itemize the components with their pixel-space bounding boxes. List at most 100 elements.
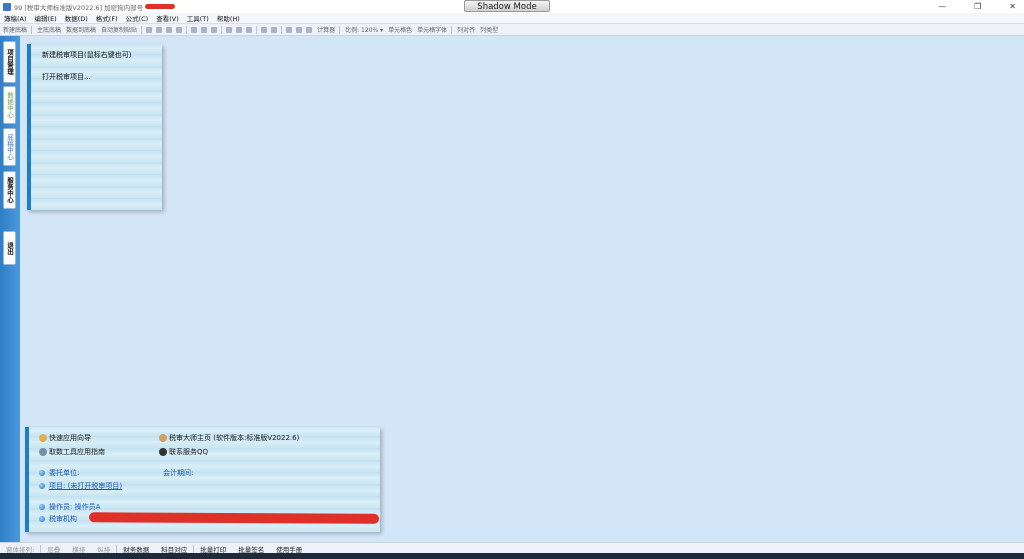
toolbar-new-draft[interactable]: 新建底稿 — [3, 25, 27, 34]
redaction-mark — [145, 4, 176, 9]
contact-qq-link[interactable]: 联系服务QQ — [159, 447, 208, 457]
left-sidebar: 项目管理 数据中心 底稿中心 服务中心 退出 — [0, 36, 20, 542]
tile-horizontal-button[interactable]: 横排 — [72, 544, 85, 554]
menu-bar: 簿稿(A) 编辑(E) 数据(D) 格式(F) 公式(C) 查看(V) 工具(T… — [0, 13, 1024, 24]
toolbar-zoom[interactable]: 比例: 120% ▾ — [345, 25, 383, 34]
tab-label: 底稿中心 — [5, 134, 14, 160]
tab-label: 项目管理 — [5, 49, 14, 75]
toolbar-separator — [339, 25, 341, 34]
project-label: 项目: (未打开税审项目) — [49, 482, 123, 490]
bullet-icon — [39, 504, 45, 510]
menu-item-draft[interactable]: 簿稿(A) — [4, 13, 27, 23]
data-tool-guide-link[interactable]: 取数工具应用指南 — [39, 447, 105, 457]
align-icon[interactable] — [261, 26, 268, 33]
toolbar-separator — [221, 25, 223, 34]
menu-item-view[interactable]: 查看(V) — [156, 13, 179, 23]
toolbar-separator — [256, 25, 258, 34]
redo-icon[interactable] — [201, 26, 208, 33]
home-icon — [159, 434, 167, 442]
multiply-icon[interactable] — [286, 26, 293, 33]
client-label: 委托单位: — [49, 469, 80, 477]
operator-label: 操作员: 操作员A — [49, 503, 101, 511]
bullet-icon — [39, 516, 45, 522]
merge-icon[interactable] — [271, 26, 278, 33]
tile-vertical-button[interactable]: 纵排 — [97, 544, 110, 554]
tab-data-center[interactable]: 数据中心 — [3, 86, 16, 124]
menu-item-formula[interactable]: 公式(C) — [126, 13, 149, 23]
menu-item-format[interactable]: 格式(F) — [96, 13, 118, 23]
menu-item-tools[interactable]: 工具(T) — [187, 13, 209, 23]
tab-draft-center[interactable]: 底稿中心 — [3, 128, 16, 166]
tab-service-center[interactable]: 服务中心 — [3, 171, 16, 209]
period-row: 会计期间: — [163, 468, 193, 478]
redaction-mark — [88, 512, 380, 524]
menu-item-data[interactable]: 数据(D) — [65, 13, 88, 23]
tab-label: 退出 — [5, 241, 14, 255]
window-title: 99 [税审大师标准版V2022.6] 加密狗内部号 — [14, 3, 144, 12]
batch-sign-button[interactable]: 批量签名 — [238, 544, 264, 554]
plus-icon[interactable] — [296, 26, 303, 33]
period-label: 会计期间: — [163, 469, 194, 477]
cut-icon[interactable] — [166, 26, 173, 33]
os-taskbar — [0, 553, 1024, 559]
format-icon[interactable] — [176, 26, 183, 33]
toolbar-data-to-draft[interactable]: 数据到底稿 — [66, 25, 96, 34]
status-separator — [193, 544, 195, 553]
qq-penguin-icon — [159, 448, 167, 456]
paste-icon[interactable] — [156, 26, 163, 33]
menu-item-edit[interactable]: 编辑(E) — [35, 13, 57, 23]
close-icon[interactable]: ✕ — [1009, 2, 1016, 11]
toolbar-column-type[interactable]: 列类型 — [480, 25, 498, 34]
account-mapping-button[interactable]: 科目对应 — [161, 544, 187, 554]
shadow-mode-button[interactable]: Shadow Mode — [464, 0, 550, 12]
status-separator — [40, 544, 42, 553]
home-page-label: 税审大师主页 (软件版本:标准版V2022.6) — [169, 434, 300, 442]
undo-icon[interactable] — [191, 26, 198, 33]
toolbar-separator — [281, 25, 283, 34]
project-row[interactable]: 项目: (未打开税审项目) — [39, 481, 122, 491]
insert-column-icon[interactable] — [246, 26, 253, 33]
minimize-icon[interactable]: — — [938, 2, 946, 11]
delete-row-icon[interactable] — [236, 26, 243, 33]
restore-icon[interactable]: ❐ — [974, 2, 981, 11]
toolbar-main-draft[interactable]: 主底底稿 — [37, 25, 61, 34]
tab-label: 服务中心 — [5, 177, 14, 203]
tab-label: 数据中心 — [5, 92, 14, 118]
home-page-link[interactable]: 税审大师主页 (软件版本:标准版V2022.6) — [159, 433, 299, 443]
user-manual-button[interactable]: 使用手册 — [276, 544, 302, 554]
status-separator — [116, 544, 118, 553]
exit-button[interactable]: 退出 — [3, 231, 16, 265]
info-panel: 快速应用向导 税审大师主页 (软件版本:标准版V2022.6) 取数工具应用指南… — [25, 427, 380, 532]
toolbar-cell-color[interactable]: 单元格色 — [388, 25, 412, 34]
bullet-icon — [39, 470, 45, 476]
data-tool-guide-label: 取数工具应用指南 — [49, 448, 105, 456]
quick-guide-label: 快速应用向导 — [49, 434, 91, 442]
toolbar-calculator[interactable]: 计算器 — [317, 25, 335, 34]
toolbar-separator — [141, 25, 143, 34]
toolbar-separator — [451, 25, 453, 34]
menu-item-help[interactable]: 帮助(H) — [217, 13, 240, 23]
window-arrange-label: 窗体排列: — [6, 545, 35, 554]
toolbar-column-align[interactable]: 列对齐 — [457, 25, 475, 34]
search-icon — [39, 448, 47, 456]
save-icon[interactable] — [211, 26, 218, 33]
toolbar-separator — [186, 25, 188, 34]
toolbar-separator — [31, 25, 33, 34]
toolbar-cell-font[interactable]: 单元格字体 — [417, 25, 447, 34]
open-project-link[interactable]: 打开税审项目... — [42, 72, 91, 82]
tab-project-management[interactable]: 项目管理 — [3, 41, 16, 83]
financial-data-button[interactable]: 财务数据 — [123, 544, 149, 554]
insert-row-icon[interactable] — [226, 26, 233, 33]
operator-row: 操作员: 操作员A — [39, 502, 100, 512]
batch-print-button[interactable]: 批量打印 — [200, 544, 226, 554]
copy-icon[interactable] — [146, 26, 153, 33]
client-row: 委托单位: — [39, 468, 79, 478]
toolbar-auto-copy-paste[interactable]: 自动复制贴贴 — [101, 25, 137, 34]
quick-guide-link[interactable]: 快速应用向导 — [39, 433, 91, 443]
cascade-button[interactable]: 层叠 — [47, 544, 60, 554]
minus-icon[interactable] — [306, 26, 313, 33]
wizard-icon — [39, 434, 47, 442]
new-project-link[interactable]: 新建税审项目(鼠标右键也可) — [42, 50, 131, 60]
agency-label: 税审机构 — [49, 515, 77, 523]
toolbar: 新建底稿 主底底稿 数据到底稿 自动复制贴贴 计算器 比例: 120% ▾ 单元… — [0, 24, 1024, 36]
